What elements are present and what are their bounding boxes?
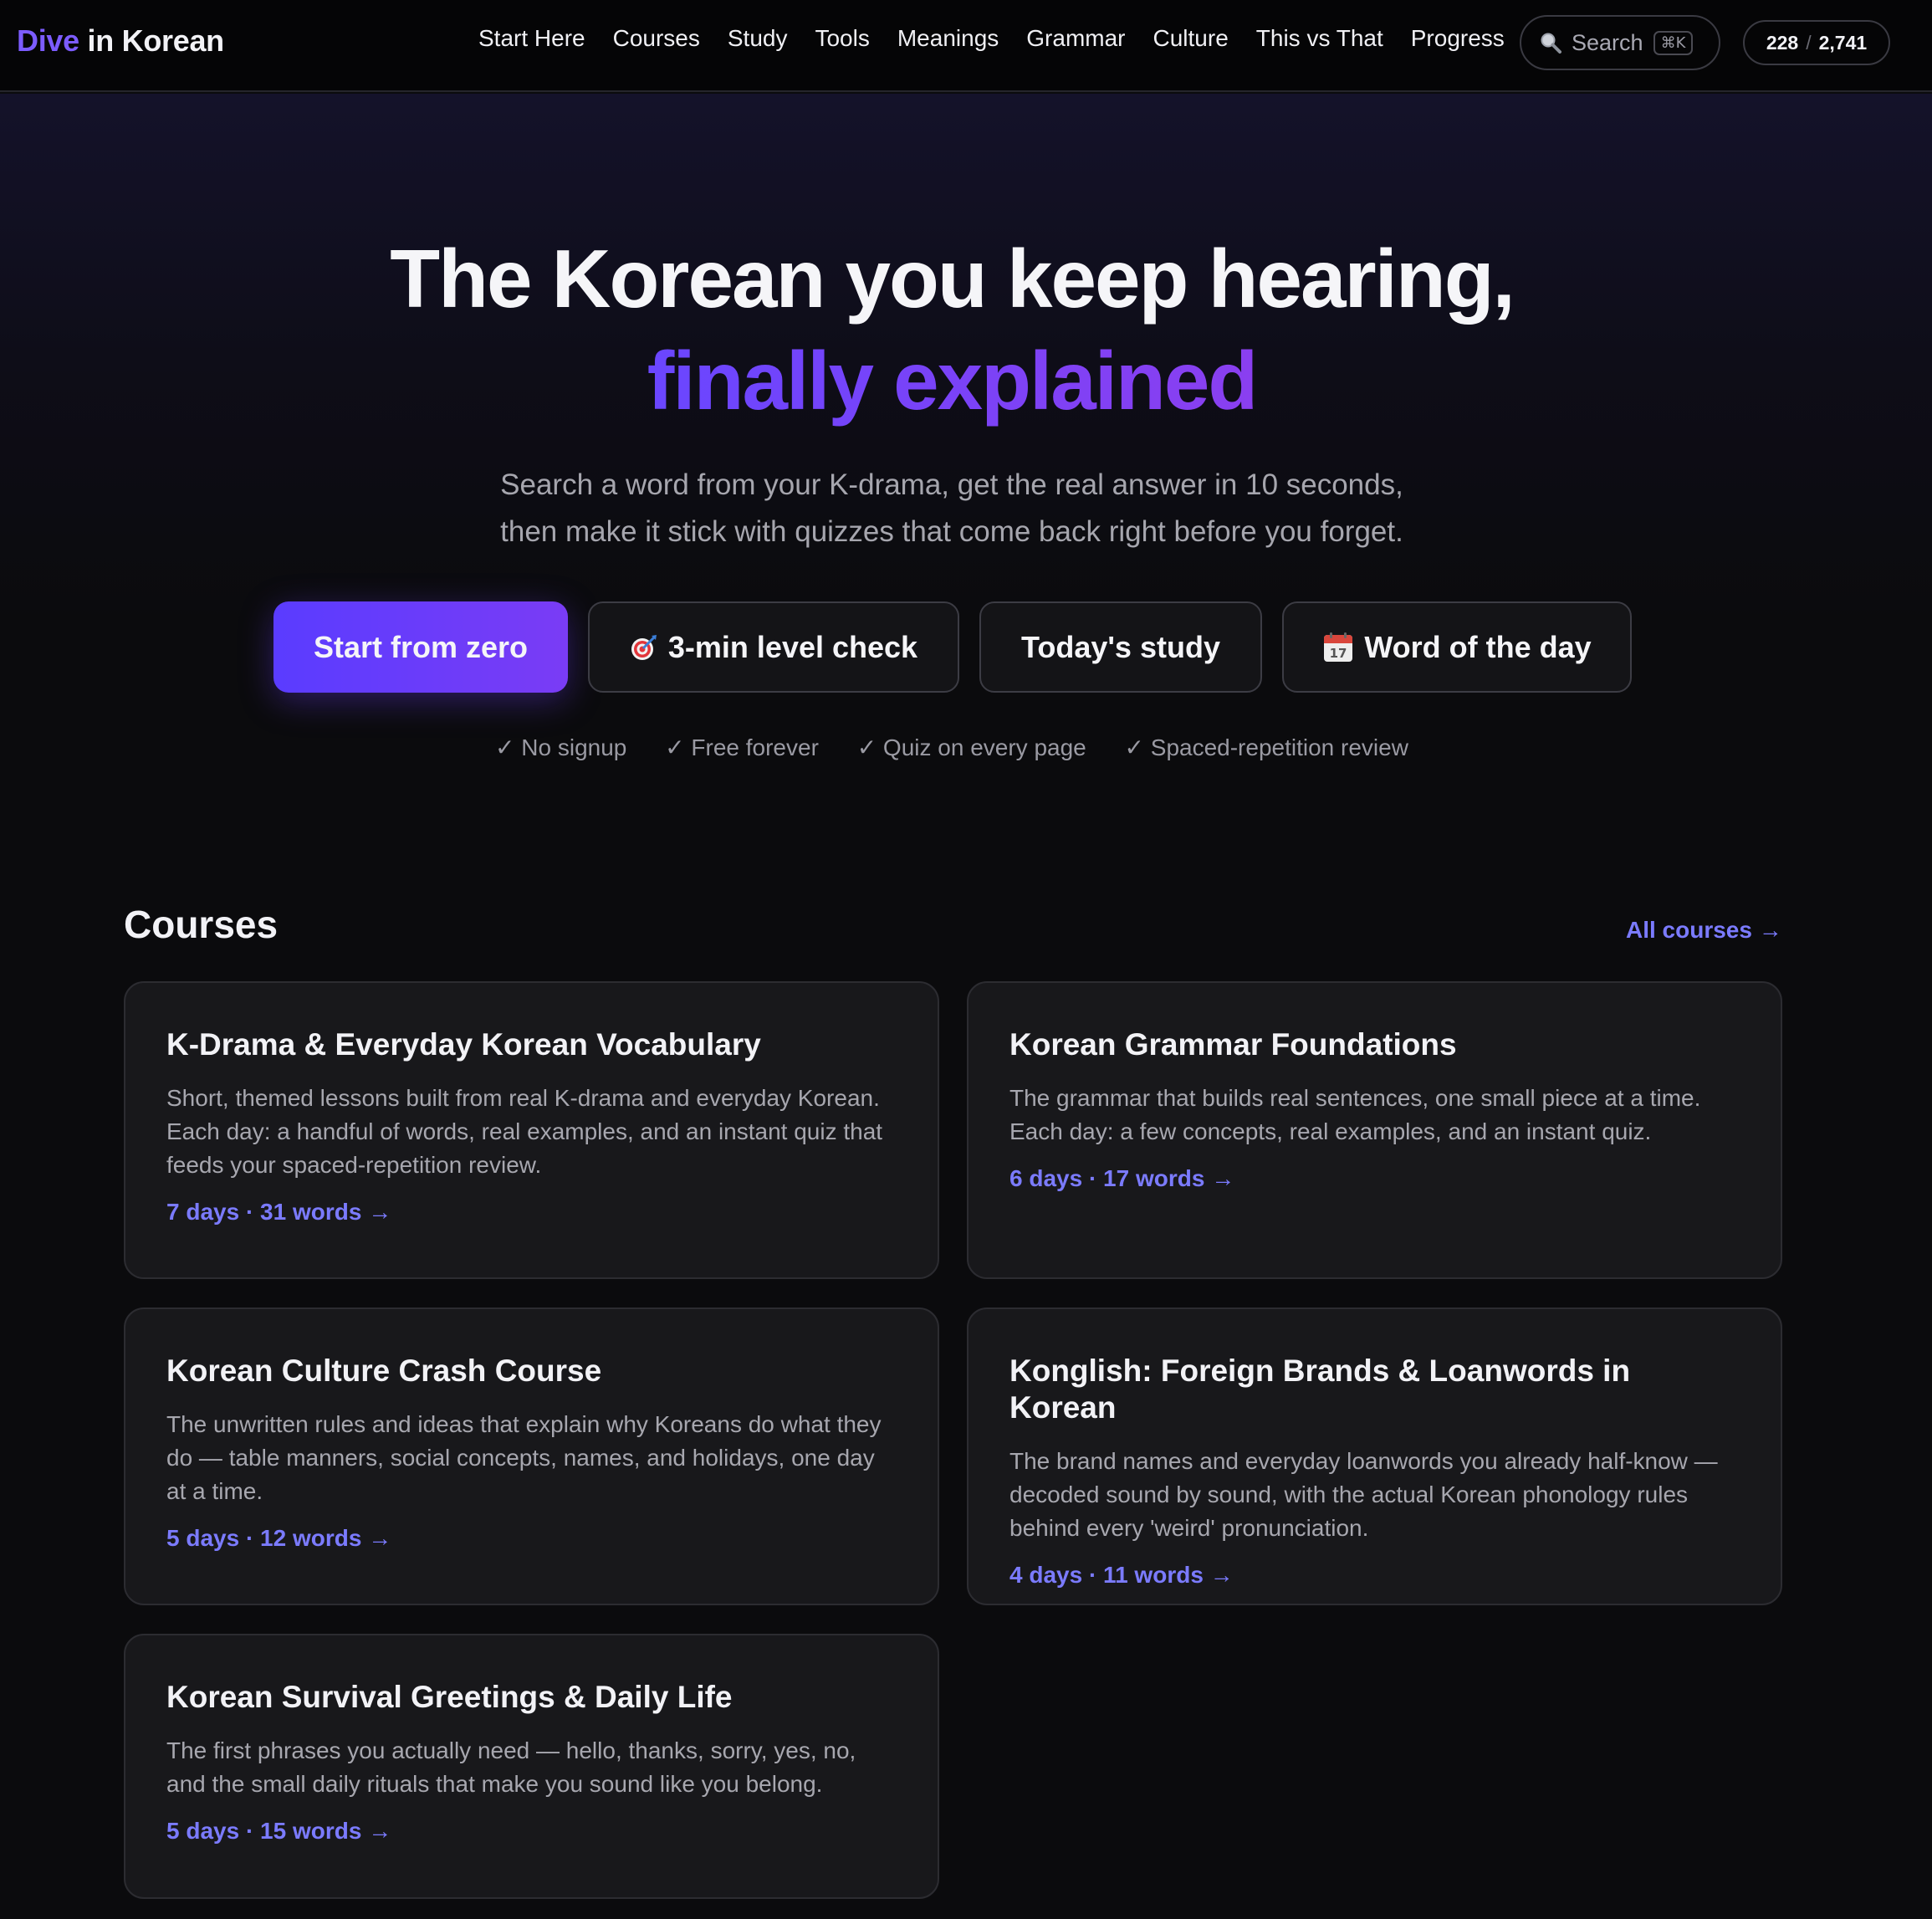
main-nav: Start Here Courses Study Tools Meanings … [478, 25, 1532, 52]
course-card[interactable]: Korean Culture Crash Course The unwritte… [124, 1307, 939, 1605]
calendar-icon: 17 [1322, 632, 1354, 663]
progress-separator: / [1806, 31, 1812, 54]
course-title: Korean Grammar Foundations [1009, 1027, 1457, 1062]
course-card[interactable]: Korean Grammar Foundations The grammar t… [967, 981, 1782, 1279]
subtitle-line1: Search a word from your K-drama, get the… [500, 468, 1403, 501]
course-card[interactable]: K-Drama & Everyday Korean Vocabulary Sho… [124, 981, 939, 1279]
hero-subtitle: Search a word from your K-drama, get the… [0, 462, 1904, 555]
course-title: Korean Culture Crash Course [166, 1354, 602, 1388]
level-check-button[interactable]: 3-min level check [588, 601, 959, 693]
start-from-zero-button[interactable]: Start from zero [273, 601, 568, 693]
progress-total: 2,741 [1818, 31, 1868, 54]
level-check-label: 3-min level check [667, 629, 918, 664]
word-of-the-day-label: Word of the day [1364, 629, 1592, 664]
nav-tools[interactable]: Tools [815, 25, 869, 52]
nav-progress[interactable]: Progress [1411, 25, 1505, 52]
course-card[interactable]: Korean Survival Greetings & Daily Life T… [124, 1634, 939, 1899]
nav-meanings[interactable]: Meanings [897, 25, 999, 52]
course-meta-link[interactable]: 6 days · 17 words → [1009, 1165, 1740, 1192]
word-of-the-day-button[interactable]: 17 Word of the day [1282, 601, 1632, 693]
course-title: Korean Survival Greetings & Daily Life [166, 1680, 733, 1714]
course-description: Short, themed lessons built from real K-… [166, 1085, 883, 1178]
nav-start-here[interactable]: Start Here [478, 25, 585, 52]
course-description: The grammar that builds real sentences, … [1009, 1085, 1701, 1144]
feature-checklist: ✓ No signup ✓ Free forever ✓ Quiz on eve… [0, 734, 1904, 761]
check-quiz-every-page: ✓ Quiz on every page [856, 734, 1086, 760]
nav-study[interactable]: Study [728, 25, 788, 52]
todays-study-button[interactable]: Today's study [979, 601, 1262, 693]
site-logo[interactable]: Dive in Korean [17, 23, 224, 59]
nav-culture[interactable]: Culture [1153, 25, 1229, 52]
nav-grammar[interactable]: Grammar [1026, 25, 1125, 52]
progress-counter[interactable]: 228 / 2,741 [1743, 20, 1890, 65]
headline-line1: The Korean you keep hearing, [390, 233, 1515, 325]
hero-headline: The Korean you keep hearing, finally exp… [0, 228, 1904, 432]
magnifier-icon [1540, 32, 1561, 54]
progress-done: 228 [1766, 31, 1799, 54]
search-button[interactable]: Search ⌘K [1520, 15, 1720, 70]
subtitle-line2: then make it stick with quizzes that com… [500, 515, 1403, 548]
all-courses-link[interactable]: All courses → [1626, 917, 1782, 944]
top-navigation-bar: Dive in Korean Start Here Courses Study … [0, 0, 1932, 92]
course-meta-link[interactable]: 4 days · 11 words → [1009, 1562, 1740, 1589]
headline-accent: finally explained [647, 335, 1258, 427]
search-label: Search [1572, 29, 1643, 55]
course-meta-link[interactable]: 5 days · 15 words → [166, 1818, 897, 1845]
course-description: The unwritten rules and ideas that expla… [166, 1411, 882, 1504]
course-description: The brand names and everyday loanwords y… [1009, 1448, 1718, 1541]
logo-dive: Dive [17, 23, 79, 58]
target-icon [630, 633, 658, 662]
course-meta-link[interactable]: 5 days · 12 words → [166, 1525, 897, 1552]
start-from-zero-label: Start from zero [313, 629, 529, 664]
check-no-signup: ✓ No signup [495, 734, 627, 760]
check-free-forever: ✓ Free forever [665, 734, 819, 760]
course-description: The first phrases you actually need — he… [166, 1737, 856, 1797]
course-meta-link[interactable]: 7 days · 31 words → [166, 1199, 897, 1226]
nav-courses[interactable]: Courses [613, 25, 700, 52]
search-shortcut-badge: ⌘K [1653, 30, 1694, 55]
course-title: K-Drama & Everyday Korean Vocabulary [166, 1027, 761, 1062]
course-card[interactable]: Konglish: Foreign Brands & Loanwords in … [967, 1307, 1782, 1605]
logo-in-korean: in Korean [87, 23, 225, 58]
svg-text:17: 17 [1330, 646, 1347, 661]
todays-study-label: Today's study [1021, 629, 1220, 664]
course-title: Konglish: Foreign Brands & Loanwords in … [1009, 1354, 1631, 1425]
courses-heading: Courses [124, 903, 279, 946]
check-spaced-repetition: ✓ Spaced-repetition review [1124, 734, 1408, 760]
nav-this-vs-that[interactable]: This vs That [1256, 25, 1383, 52]
